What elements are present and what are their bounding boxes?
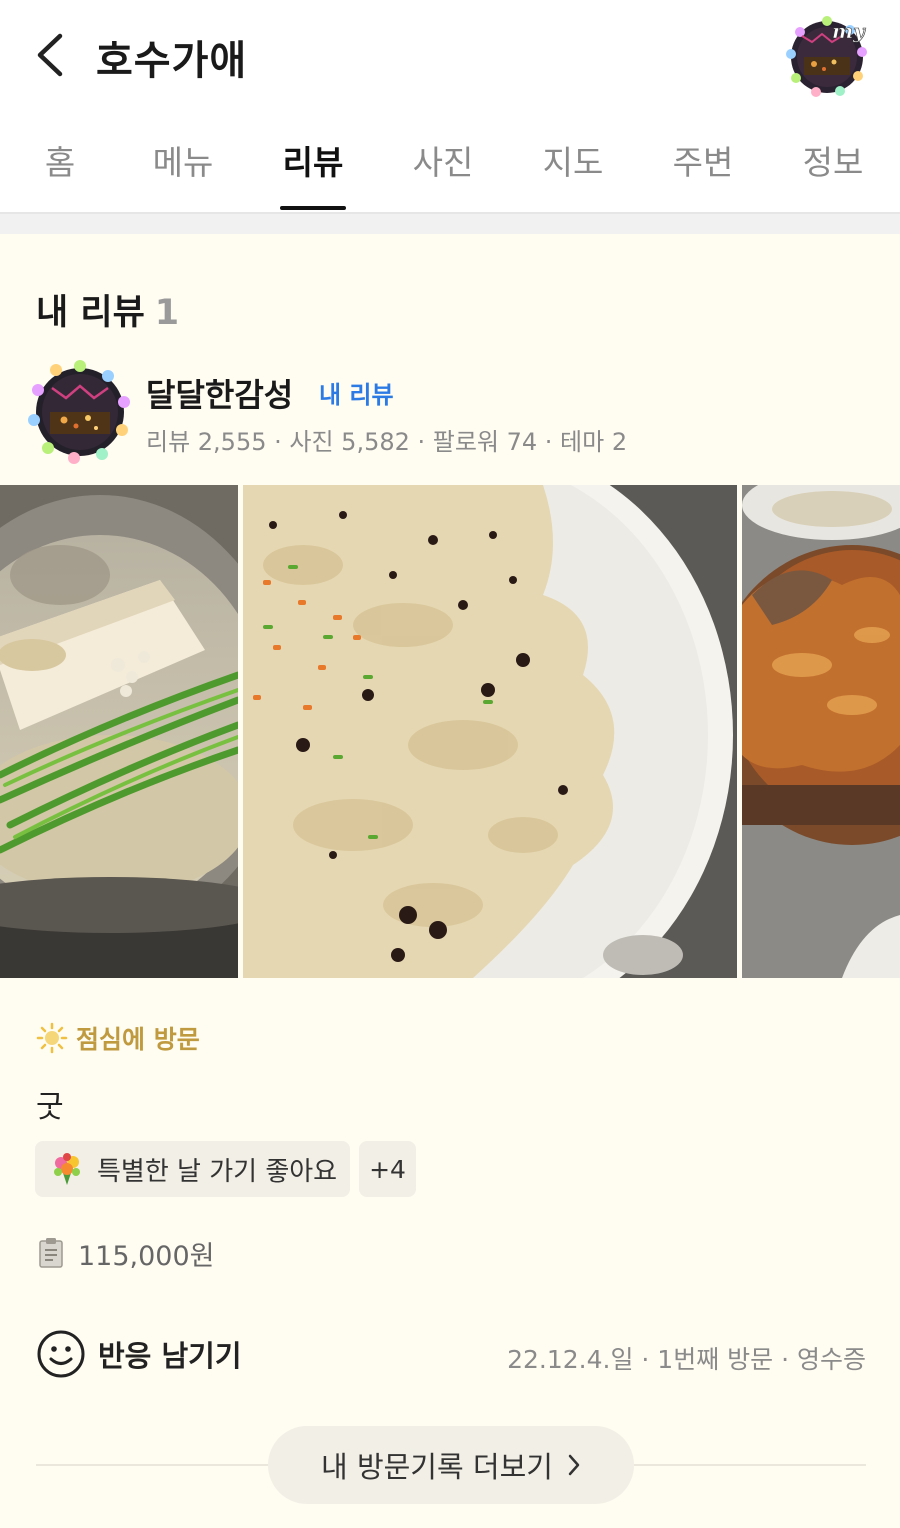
visit-time-label: 점심에 방문 — [76, 1025, 200, 1054]
review-tag-label: 특별한 날 가기 좋아요 — [97, 1156, 338, 1187]
review-text: 굿 — [36, 1090, 64, 1125]
review-photo-strip[interactable] — [0, 485, 900, 978]
tab-photos[interactable]: 사진 — [410, 136, 476, 184]
active-tab-indicator — [280, 206, 346, 210]
page-title: 호수가애 — [96, 38, 248, 84]
receipt-icon — [39, 1238, 63, 1268]
review-count: 1 — [154, 293, 180, 333]
smile-icon — [37, 1330, 85, 1378]
tab-home[interactable]: 홈 — [40, 136, 80, 184]
reaction-label: 반응 남기기 — [98, 1339, 242, 1373]
reviewer-avatar[interactable] — [26, 358, 134, 466]
my-review-badge: 내 리뷰 — [319, 381, 394, 409]
my-profile-avatar[interactable]: my — [782, 12, 872, 98]
section-title: 내 리뷰 1 — [36, 284, 179, 335]
tab-menu[interactable]: 메뉴 — [150, 136, 216, 184]
tab-nearby[interactable]: 주변 — [670, 136, 736, 184]
visit-meta: 22.12.4.일 · 1번째 방문 · 영수증 — [507, 1345, 866, 1374]
reviewer-name[interactable]: 달달한감성 — [146, 370, 293, 416]
review-photo-duck[interactable] — [742, 485, 900, 978]
reviewer-stats: 리뷰 2,555 · 사진 5,582 · 팔로워 74 · 테마 2 — [146, 428, 628, 456]
back-button[interactable] — [30, 30, 74, 80]
leave-reaction-button[interactable]: 반응 남기기 — [36, 1328, 242, 1380]
svg-text:my: my — [832, 19, 866, 43]
bouquet-icon — [54, 1153, 80, 1185]
chevron-left-icon — [37, 33, 63, 77]
review-tag-chip[interactable]: 특별한 날 가기 좋아요 — [35, 1141, 350, 1197]
section-title-label: 내 리뷰 — [36, 293, 145, 333]
tab-info[interactable]: 정보 — [800, 136, 866, 184]
more-visits-button[interactable]: 내 방문기록 더보기 — [268, 1426, 634, 1504]
chevron-right-icon — [568, 1454, 580, 1476]
price-row: 115,000원 — [38, 1235, 215, 1272]
review-photo-hotpot[interactable] — [0, 485, 238, 978]
more-tags-button[interactable]: +4 — [359, 1141, 416, 1197]
price-value: 115,000원 — [78, 1240, 215, 1272]
more-visits-label: 내 방문기록 더보기 — [321, 1450, 553, 1484]
review-photo-fried-rice[interactable] — [243, 485, 737, 978]
top-bar: 호수가애 my — [0, 0, 900, 110]
tab-bar: 홈 메뉴 리뷰 사진 지도 주변 정보 — [0, 110, 900, 212]
tab-map[interactable]: 지도 — [540, 136, 606, 184]
visit-time: 점심에 방문 — [36, 1020, 200, 1056]
sun-icon — [36, 1022, 68, 1054]
section-gap — [0, 214, 900, 234]
tab-reviews[interactable]: 리뷰 — [280, 136, 346, 184]
